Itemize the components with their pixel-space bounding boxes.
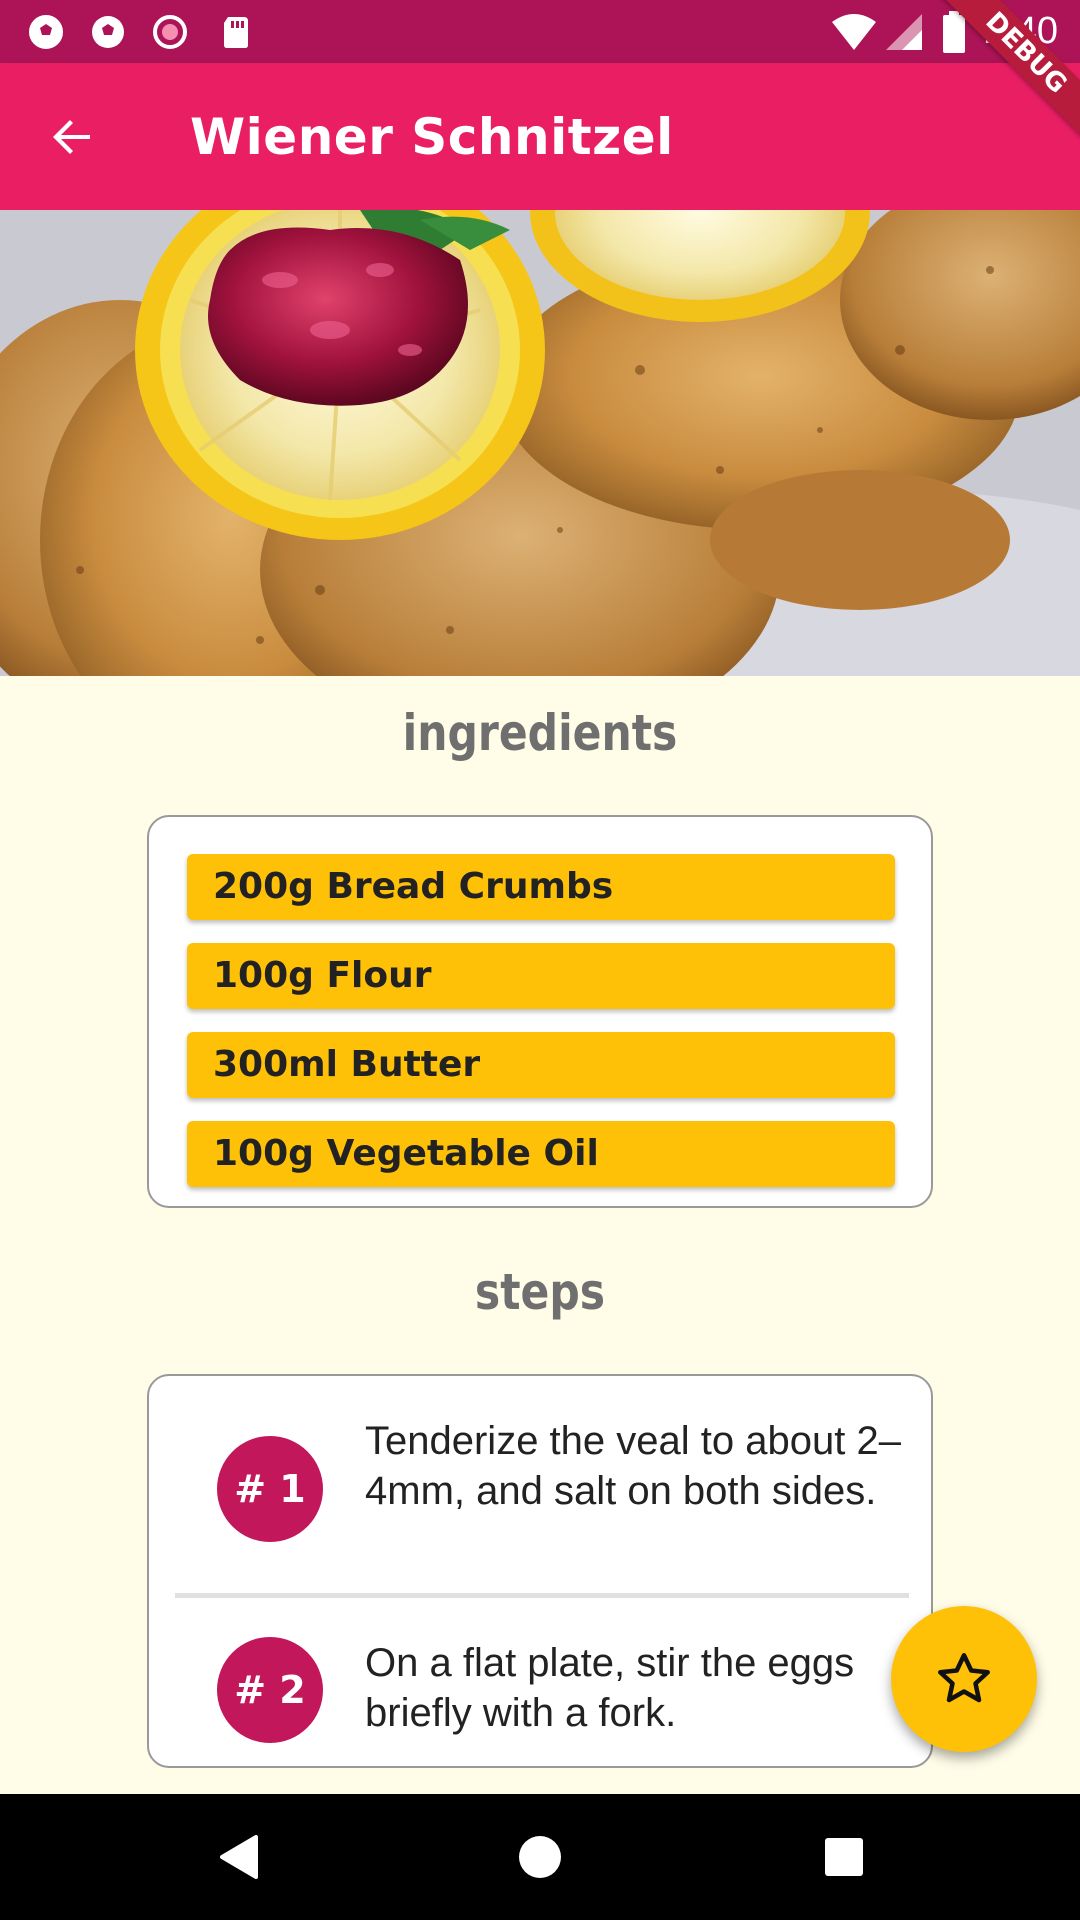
app-bar: Wiener Schnitzel: [0, 63, 1080, 210]
nav-back-button[interactable]: [208, 1827, 268, 1887]
system-nav-bar: [0, 1794, 1080, 1920]
back-triangle-icon: [220, 1835, 258, 1879]
star-outline-icon: [938, 1653, 990, 1703]
record-icon: [153, 15, 187, 49]
favorite-button[interactable]: [891, 1606, 1037, 1752]
nav-recents-button[interactable]: [814, 1827, 874, 1887]
steps-card: # 1 Tenderize the veal to about 2–4mm, a…: [147, 1374, 933, 1768]
ingredient-item: 300ml Butter: [187, 1032, 895, 1098]
ingredients-heading: ingredients: [402, 704, 678, 762]
nav-home-button[interactable]: [510, 1827, 570, 1887]
page-title: Wiener Schnitzel: [190, 108, 674, 166]
arrow-back-icon: [53, 120, 90, 154]
soccer-ball-icon: [29, 15, 63, 49]
steps-heading: steps: [474, 1263, 606, 1321]
back-button[interactable]: [30, 101, 114, 173]
step-number-badge: # 1: [217, 1436, 323, 1542]
battery-icon: [943, 11, 965, 53]
recipe-hero-image: [0, 210, 1080, 676]
step-divider: [175, 1593, 909, 1598]
step-text: Tenderize the veal to about 2–4mm, and s…: [365, 1419, 901, 1513]
signal-icon: [886, 14, 922, 50]
ingredient-item: 100g Vegetable Oil: [187, 1121, 895, 1187]
sd-card-icon: [224, 17, 248, 48]
ingredients-card: 200g Bread Crumbs 100g Flour 300ml Butte…: [147, 815, 933, 1208]
status-bar: 2:40: [0, 0, 1080, 63]
soccer-ball-icon: [92, 16, 124, 48]
ingredient-item: 100g Flour: [187, 943, 895, 1009]
step-text: On a flat plate, stir the eggs briefly w…: [365, 1641, 855, 1735]
status-time: 2:40: [984, 10, 1058, 52]
home-circle-icon: [519, 1836, 561, 1878]
ingredient-item: 200g Bread Crumbs: [187, 854, 895, 920]
recents-square-icon: [825, 1838, 863, 1876]
wifi-icon: [832, 14, 876, 50]
step-number-badge: # 2: [217, 1637, 323, 1743]
